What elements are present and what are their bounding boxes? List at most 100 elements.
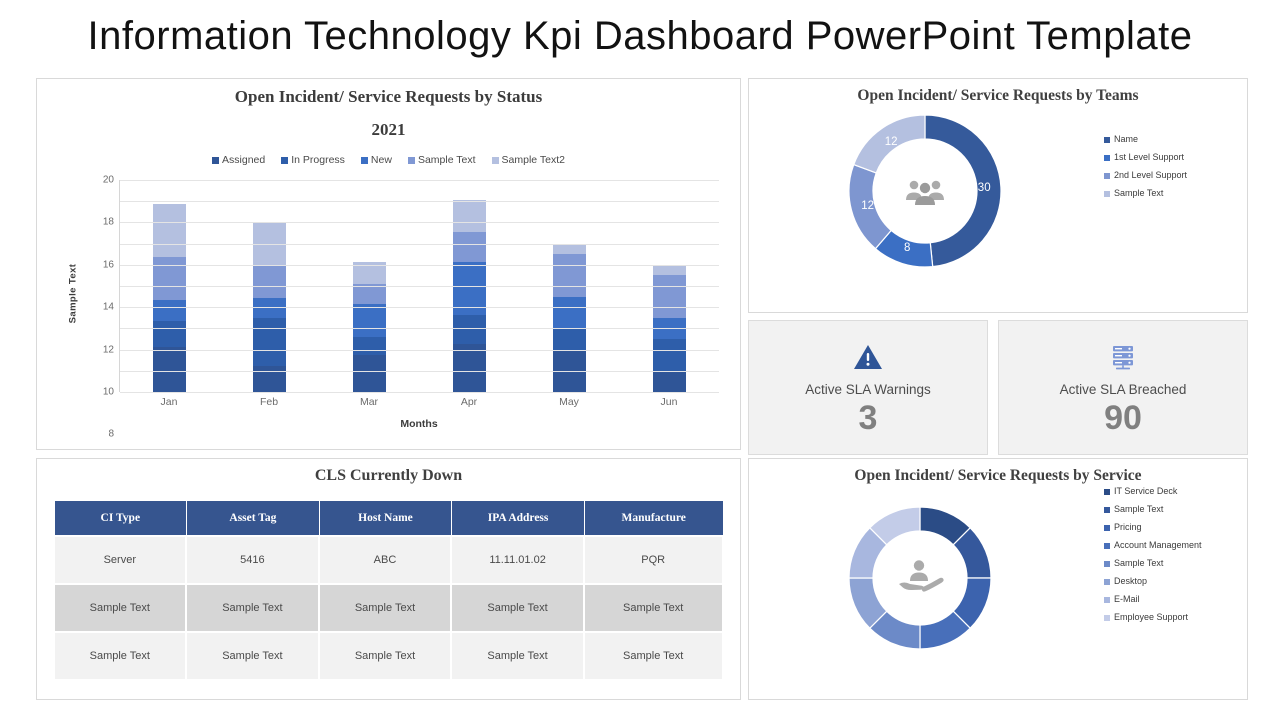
table-cell: PQR: [584, 537, 723, 583]
table-cell: 11.11.01.02: [452, 537, 584, 583]
legend-swatch: [1104, 578, 1110, 585]
legend-label: Account Management: [1114, 540, 1202, 550]
table-column-header: CI Type: [54, 501, 187, 535]
y-axis-label: Sample Text: [67, 263, 79, 324]
dashboard-page: Information Technology Kpi Dashboard Pow…: [0, 0, 1280, 720]
people-group-icon: [875, 141, 975, 241]
x-axis-tick: Jun: [660, 396, 678, 408]
legend-swatch: [1104, 154, 1110, 161]
legend-item: Account Management: [1104, 541, 1202, 550]
bar-segment: [652, 275, 686, 318]
y-axis-tick: 12: [102, 344, 114, 356]
service-donut-chart: [849, 507, 991, 649]
legend-swatch: [1104, 560, 1110, 567]
bar-stack: [452, 200, 486, 392]
bar-segment: [452, 231, 486, 262]
bar-segment: [353, 304, 387, 337]
gridline: 14: [103, 243, 719, 313]
x-axis-tick: Feb: [259, 396, 279, 408]
bar-segment: [153, 320, 187, 348]
table-column-header: Asset Tag: [187, 501, 319, 535]
donut-value-label: 8: [904, 241, 911, 254]
cls-down-table: CI Type Asset Tag Host Name IPA Address Manu…: [54, 499, 724, 681]
legend-item: Desktop: [1104, 577, 1202, 586]
gridline: 6: [108, 328, 719, 482]
support-hand-icon: [875, 533, 965, 623]
service-donut-area: IT Service Deck Sample Text Pricing Account…: [749, 485, 1247, 663]
gridline: 20: [103, 175, 719, 186]
legend-label: Sample Text: [1114, 188, 1164, 198]
table-cell: 5416: [187, 537, 319, 583]
legend-label: New: [370, 154, 392, 166]
panel-open-incidents-by-service: Open Incident/ Service Requests by Servi…: [748, 458, 1248, 700]
legend-label: Desktop: [1114, 576, 1148, 586]
legend-item: New: [360, 154, 392, 166]
bar-segment: [353, 336, 387, 355]
panel-open-incidents-by-status: Open Incident/ Service Requests by Statu…: [36, 78, 741, 610]
server-rack-icon: [1108, 340, 1138, 374]
table-cell: Sample Text: [187, 585, 319, 631]
bar-segment: [153, 299, 187, 321]
legend-label: Sample Text: [417, 154, 476, 166]
table-cell: Sample Text: [452, 585, 584, 631]
table-row[interactable]: Sample Text Sample Text Sample Text Sample …: [54, 585, 723, 631]
legend-item: Sample Text: [407, 154, 476, 166]
legend-item: 2nd Level Support: [1104, 171, 1187, 180]
bar-segment: [552, 254, 586, 297]
x-axis-tick: Apr: [460, 396, 478, 408]
legend-label: Pricing: [1114, 522, 1142, 532]
kpi-label: Active SLA Warnings: [805, 382, 931, 397]
table-column-header: Manufacture: [584, 501, 723, 535]
kpi-card-active-sla-warnings[interactable]: Active SLA Warnings 3: [748, 320, 988, 455]
bar-segment: [452, 200, 486, 232]
legend-label: Sample Text: [1114, 504, 1164, 514]
legend-label: Assigned: [222, 154, 266, 166]
gridline: 4: [108, 349, 719, 525]
legend-swatch: [1104, 136, 1110, 143]
legend-item: Pricing: [1104, 523, 1202, 532]
table-row[interactable]: Server 5416 ABC 11.11.01.02 PQR: [54, 537, 723, 583]
legend-item: Sample Text2: [491, 154, 565, 166]
y-axis-tick: 16: [102, 259, 114, 271]
bar-chart-legend: Assigned In Progress New Sample Text Sample …: [37, 154, 740, 166]
bar-segment: [353, 354, 387, 392]
bar-segment: [153, 347, 187, 392]
table-row[interactable]: Sample Text Sample Text Sample Text Sample …: [54, 633, 723, 679]
donut-value-label: 30: [977, 181, 991, 194]
legend-swatch: [1104, 172, 1110, 179]
page-title: Information Technology Kpi Dashboard Pow…: [87, 14, 1193, 58]
table-cell: Sample Text: [319, 585, 452, 631]
legend-swatch: [1104, 506, 1110, 513]
kpi-value: 90: [1104, 399, 1142, 437]
gridline: 8: [108, 307, 719, 440]
kpi-card-active-sla-breached[interactable]: Active SLA Breached 90: [998, 320, 1248, 455]
warning-triangle-icon: [853, 340, 883, 374]
table-cell: Sample Text: [452, 633, 584, 679]
bar-segment: [652, 370, 686, 392]
table-title: CLS Currently Down: [314, 467, 463, 484]
teams-donut-chart: 30 8 12 12: [849, 115, 1001, 267]
bar-stack: [552, 243, 586, 392]
table-cell: Sample Text: [187, 633, 319, 679]
legend-item: E-Mail: [1104, 595, 1202, 604]
bar-segment: [652, 339, 686, 371]
legend-label: 1st Level Support: [1114, 152, 1185, 162]
legend-item: Sample Text: [1104, 559, 1202, 568]
bar-segment: [552, 243, 586, 255]
legend-item: Employee Support: [1104, 613, 1202, 622]
legend-swatch: [281, 156, 289, 164]
table-cell: Sample Text: [584, 585, 723, 631]
teams-donut-area: 30 8 12 12 Name 1st Level Support 2nd Level S…: [749, 105, 1247, 283]
legend-swatch: [1104, 190, 1110, 197]
legend-swatch: [1104, 524, 1110, 531]
legend-label: Sample Text: [1114, 558, 1164, 568]
legend-label: Name: [1114, 134, 1139, 144]
legend-swatch: [212, 156, 220, 164]
bar-stack: [353, 261, 387, 392]
bar-segment: [552, 296, 586, 329]
bar-segment: [452, 344, 486, 392]
table-cell: Sample Text: [54, 633, 187, 679]
panel-open-incidents-by-teams: Open Incident/ Service Requests by Teams…: [748, 78, 1248, 313]
teams-chart-title: Open Incident/ Service Requests by Teams: [857, 87, 1139, 104]
legend-swatch: [1104, 614, 1110, 621]
